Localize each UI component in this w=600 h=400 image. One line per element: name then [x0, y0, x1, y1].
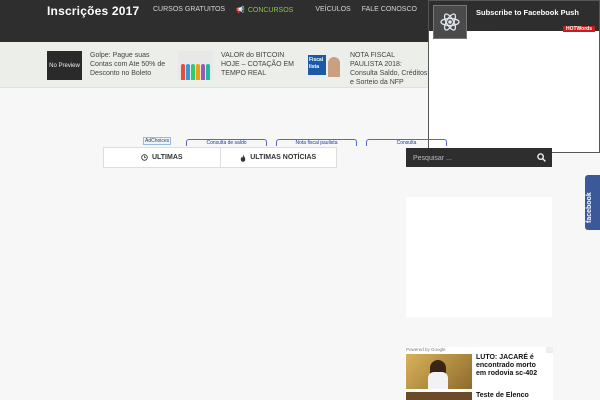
tab-label: ULTIMAS [151, 154, 183, 161]
post-title[interactable]: Golpe: Pague suas Contas com Ate 50% de … [90, 51, 168, 78]
tab-ultimas[interactable]: ULTIMAS [104, 148, 220, 167]
sidebar-ad-box [406, 197, 552, 317]
popup-ad-bar: Publicidad HOTWords [469, 24, 595, 34]
powered-by-google: Powered by Google [406, 347, 446, 352]
ad-thumbnail[interactable] [406, 392, 472, 400]
post-thumbnail [178, 51, 213, 80]
featured-post[interactable]: No Preview Golpe: Pague suas Contas com … [47, 51, 168, 80]
google-ad-widget[interactable]: Powered by Google LUTO: JACARÉ é encontr… [405, 347, 553, 400]
post-title[interactable]: NOTA FISCAL PAULISTA 2018: Consulta Sald… [350, 51, 428, 87]
post-thumbnail: No Preview [47, 51, 82, 80]
ad-thumbnail[interactable] [406, 354, 472, 389]
facebook-push-popup[interactable]: Subscribe to Facebook Push Publicidad HO… [428, 0, 600, 153]
post-title[interactable]: VALOR do BITCOIN HOJE – COTAÇÃO EM TEMPO… [221, 51, 299, 78]
main-nav: CURSOS GRATUITOS 📢 CONCURSOS VEÍCULOS FAL… [153, 6, 471, 14]
popup-title: Subscribe to Facebook Push [476, 8, 579, 17]
person-photo [328, 57, 340, 77]
atom-icon [433, 5, 467, 39]
post-thumbnail: Fiscal lista [307, 51, 342, 80]
ad-link[interactable]: Consulta [366, 139, 447, 146]
search-icon[interactable] [537, 153, 546, 162]
featured-post[interactable]: Fiscal lista NOTA FISCAL PAULISTA 2018: … [307, 51, 428, 86]
ad-headline[interactable]: Teste de Elenco [476, 392, 529, 399]
search-box [406, 148, 552, 169]
nav-item-concursos[interactable]: 📢 CONCURSOS [236, 6, 304, 14]
nav-item-fale-conosco[interactable]: FALE CONOSCO [362, 6, 417, 14]
site-title[interactable]: Inscrições 2017 [47, 4, 139, 18]
ad-label: Publicidad [469, 26, 495, 32]
facebook-tab-label: facebook [586, 192, 593, 223]
ad-info-icon[interactable] [546, 347, 553, 353]
featured-post[interactable]: VALOR do BITCOIN HOJE – COTAÇÃO EM TEMPO… [178, 51, 299, 80]
nav-item-veiculos[interactable]: VEÍCULOS [315, 6, 350, 14]
nav-item-cursos-gratuitos[interactable]: CURSOS GRATUITOS [153, 6, 225, 14]
hotwords-logo[interactable]: HOTWords [562, 26, 595, 32]
clock-icon [141, 154, 148, 161]
ad-headline[interactable]: LUTO: JACARÉ é encontrado morto em rodov… [476, 354, 546, 378]
megaphone-icon: 📢 [236, 7, 245, 14]
tab-ultimas-noticias[interactable]: ULTIMAS NOTÍCIAS [219, 148, 337, 167]
adchoices-badge[interactable]: AdChoices [143, 137, 172, 145]
search-input[interactable] [406, 148, 535, 169]
nfp-logo: Fiscal lista [308, 55, 326, 75]
shirt-shape [428, 372, 448, 389]
ad-link[interactable]: Consulta de saldo [186, 139, 267, 146]
fire-icon [241, 153, 246, 162]
facebook-side-tab[interactable]: facebook [585, 175, 600, 230]
posts-tabs: ULTIMAS ULTIMAS NOTÍCIAS [103, 147, 337, 168]
ad-link[interactable]: Nota fiscal paulista [276, 139, 357, 146]
nav-item-label: CONCURSOS [247, 7, 294, 14]
tab-label: ULTIMAS NOTÍCIAS [250, 154, 317, 161]
